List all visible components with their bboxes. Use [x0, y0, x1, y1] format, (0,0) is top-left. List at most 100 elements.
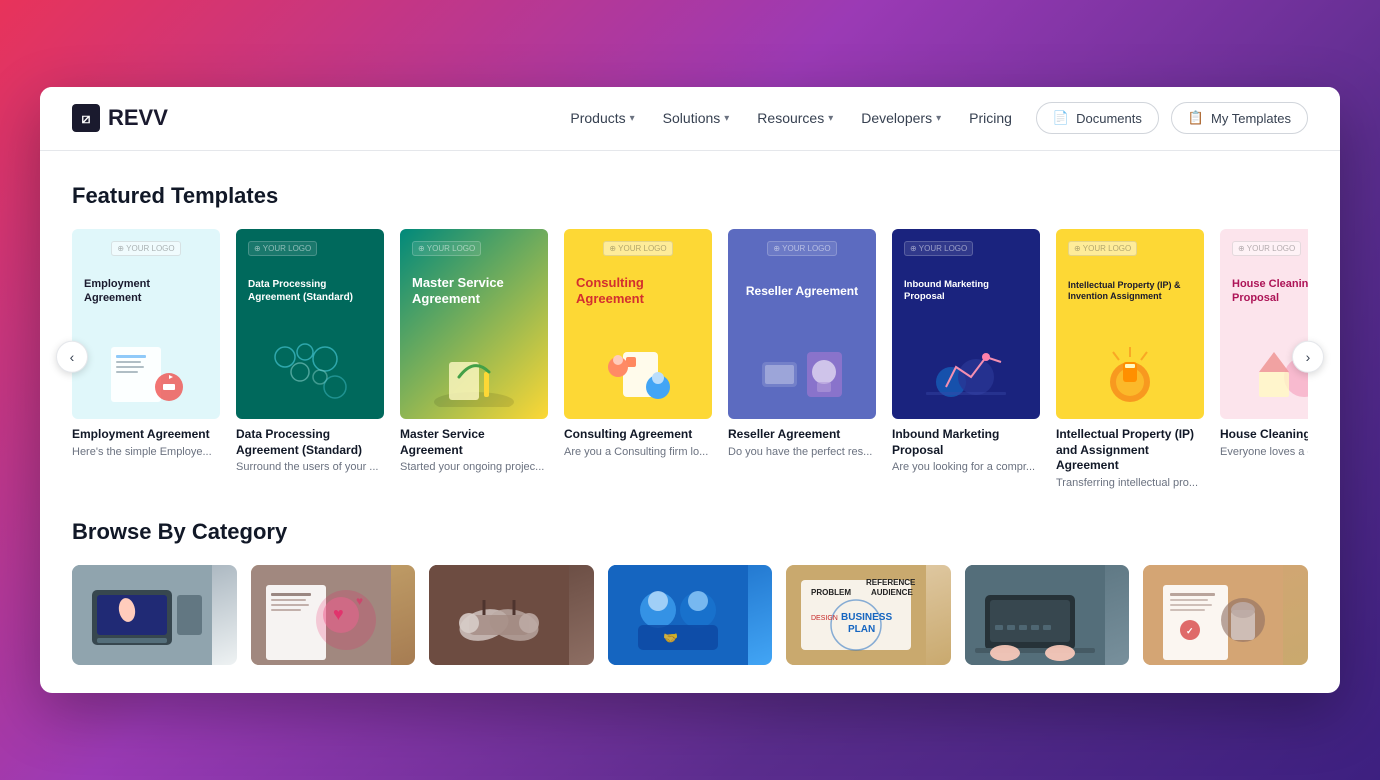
documents-button[interactable]: 📄 Documents	[1036, 102, 1159, 134]
card-illustration	[740, 327, 864, 407]
card-desc: Transferring intellectual pro...	[1056, 476, 1204, 491]
browse-section: Browse By Category	[40, 491, 1340, 693]
card-logo: ⊕ YOUR LOGO	[248, 241, 317, 256]
category-image-4: 🤝	[608, 565, 773, 665]
template-card-consulting[interactable]: ⊕ YOUR LOGO Consulting Agreement	[564, 229, 712, 491]
template-card-employment[interactable]: ⊕ YOUR LOGO Employment Agreement	[72, 229, 220, 491]
chevron-down-icon: ▾	[828, 113, 833, 124]
template-card-msa[interactable]: ⊕ YOUR LOGO Master Service Agreement Mas…	[400, 229, 548, 491]
card-desc: Are you a Consulting firm lo...	[564, 445, 712, 460]
card-heading: Inbound Marketing Proposal	[904, 279, 1028, 304]
carousel-prev-button[interactable]: ‹	[56, 341, 88, 373]
card-heading: Intellectual Property (IP) & Invention A…	[1068, 280, 1192, 303]
logo[interactable]: ⧄ REVV	[72, 104, 168, 132]
template-card-dataproc[interactable]: ⊕ YOUR LOGO Data Processing Agreement (S…	[236, 229, 384, 491]
card-name: Intellectual Property (IP) and Assignmen…	[1056, 427, 1204, 474]
template-carousel: ‹ ⊕ YOUR LOGO Employment Agreement	[72, 229, 1308, 491]
card-thumb-msa: ⊕ YOUR LOGO Master Service Agreement	[400, 229, 548, 419]
card-thumb-consulting: ⊕ YOUR LOGO Consulting Agreement	[564, 229, 712, 419]
card-desc: Everyone loves a clean hou...	[1220, 445, 1308, 460]
nav-item-pricing[interactable]: Pricing	[969, 110, 1012, 126]
svg-text:REFERENCE: REFERENCE	[866, 578, 916, 587]
card-logo: ⊕ YOUR LOGO	[412, 241, 481, 256]
logo-icon: ⧄	[72, 104, 100, 132]
card-name: Inbound Marketing Proposal	[892, 427, 1040, 458]
svg-text:PLAN: PLAN	[848, 624, 875, 635]
featured-title: Featured Templates	[72, 183, 1308, 209]
card-logo: ⊕ YOUR LOGO	[1232, 241, 1301, 256]
category-card-3[interactable]	[429, 565, 594, 665]
nav-link-resources[interactable]: Resources ▾	[757, 110, 833, 126]
carousel-next-button[interactable]: ›	[1292, 341, 1324, 373]
nav-item-developers[interactable]: Developers ▾	[861, 110, 941, 126]
svg-text:BUSINESS: BUSINESS	[841, 612, 892, 623]
card-logo: ⊕ YOUR LOGO	[904, 241, 973, 256]
brand-name: REVV	[108, 105, 168, 131]
template-card-reseller[interactable]: ⊕ YOUR LOGO Reseller Agreement	[728, 229, 876, 491]
card-heading: Reseller Agreement	[746, 284, 858, 300]
card-illustration	[576, 327, 700, 407]
card-heading: Data Processing Agreement (Standard)	[248, 278, 372, 304]
nav-link-solutions[interactable]: Solutions ▾	[663, 110, 730, 126]
category-image-5: PROBLEM REFERENCE AUDIENCE BUSINESS PLAN…	[786, 565, 951, 665]
browse-title: Browse By Category	[72, 519, 1308, 545]
card-illustration	[412, 327, 536, 407]
card-logo: ⊕ YOUR LOGO	[111, 241, 180, 256]
card-name: Reseller Agreement	[728, 427, 876, 443]
card-thumb-houseclean: ⊕ YOUR LOGO House Cleaning Proposal	[1220, 229, 1308, 419]
nav-item-products[interactable]: Products ▾	[570, 110, 634, 126]
card-name: Master Service Agreement	[400, 427, 548, 458]
my-templates-button[interactable]: 📋 My Templates	[1171, 102, 1308, 134]
nav-link-products[interactable]: Products ▾	[570, 110, 634, 126]
card-illustration	[1068, 327, 1192, 407]
category-image-2: ♥ ♥	[251, 565, 416, 665]
category-card-7[interactable]: ✓	[1143, 565, 1308, 665]
category-image-3	[429, 565, 594, 665]
nav-link-pricing[interactable]: Pricing	[969, 110, 1012, 126]
card-logo: ⊕ YOUR LOGO	[1068, 241, 1137, 256]
card-thumb-inbound: ⊕ YOUR LOGO Inbound Marketing Proposal	[892, 229, 1040, 419]
card-name: Consulting Agreement	[564, 427, 712, 443]
chevron-down-icon: ▾	[936, 113, 941, 124]
nav-buttons: 📄 Documents 📋 My Templates	[1036, 102, 1308, 134]
card-thumb-employment: ⊕ YOUR LOGO Employment Agreement	[72, 229, 220, 419]
chevron-down-icon: ▾	[630, 113, 635, 124]
svg-text:🤝: 🤝	[663, 631, 678, 645]
card-desc: Are you looking for a compr...	[892, 460, 1040, 475]
template-card-inbound[interactable]: ⊕ YOUR LOGO Inbound Marketing Proposal	[892, 229, 1040, 491]
card-name: House Cleaning Proposal	[1220, 427, 1308, 443]
svg-text:PROBLEM: PROBLEM	[811, 588, 851, 597]
navbar: ⧄ REVV Products ▾ Solutions ▾ Resources …	[40, 87, 1340, 151]
svg-text:♥: ♥	[333, 604, 344, 624]
category-card-2[interactable]: ♥ ♥	[251, 565, 416, 665]
category-image-1	[72, 565, 237, 665]
svg-text:AUDIENCE: AUDIENCE	[871, 588, 913, 597]
nav-item-resources[interactable]: Resources ▾	[757, 110, 833, 126]
category-image-6	[965, 565, 1130, 665]
nav-item-solutions[interactable]: Solutions ▾	[663, 110, 730, 126]
card-thumb-reseller: ⊕ YOUR LOGO Reseller Agreement	[728, 229, 876, 419]
carousel-track: ⊕ YOUR LOGO Employment Agreement	[72, 229, 1308, 491]
template-card-ip[interactable]: ⊕ YOUR LOGO Intellectual Property (IP) &…	[1056, 229, 1204, 491]
card-heading: House Cleaning Proposal	[1232, 277, 1308, 306]
card-heading: Employment Agreement	[84, 277, 208, 306]
content-area: Featured Templates ‹ ⊕ YOUR LOGO Employm…	[40, 151, 1340, 491]
card-illustration	[84, 327, 208, 407]
card-thumb-ip: ⊕ YOUR LOGO Intellectual Property (IP) &…	[1056, 229, 1204, 419]
card-desc: Started your ongoing projec...	[400, 460, 548, 475]
card-desc: Do you have the perfect res...	[728, 445, 876, 460]
document-icon: 📄	[1053, 110, 1069, 126]
card-name: Data Processing Agreement (Standard)	[236, 427, 384, 458]
category-card-5[interactable]: PROBLEM REFERENCE AUDIENCE BUSINESS PLAN…	[786, 565, 951, 665]
main-container: ⧄ REVV Products ▾ Solutions ▾ Resources …	[40, 87, 1340, 693]
card-name: Employment Agreement	[72, 427, 220, 443]
category-card-1[interactable]	[72, 565, 237, 665]
category-card-4[interactable]: 🤝	[608, 565, 773, 665]
card-illustration	[248, 327, 372, 407]
nav-links: Products ▾ Solutions ▾ Resources ▾ Devel…	[570, 110, 1012, 126]
card-heading: Consulting Agreement	[576, 275, 700, 309]
card-logo: ⊕ YOUR LOGO	[767, 241, 836, 256]
category-card-6[interactable]	[965, 565, 1130, 665]
template-icon: 📋	[1188, 110, 1204, 126]
nav-link-developers[interactable]: Developers ▾	[861, 110, 941, 126]
